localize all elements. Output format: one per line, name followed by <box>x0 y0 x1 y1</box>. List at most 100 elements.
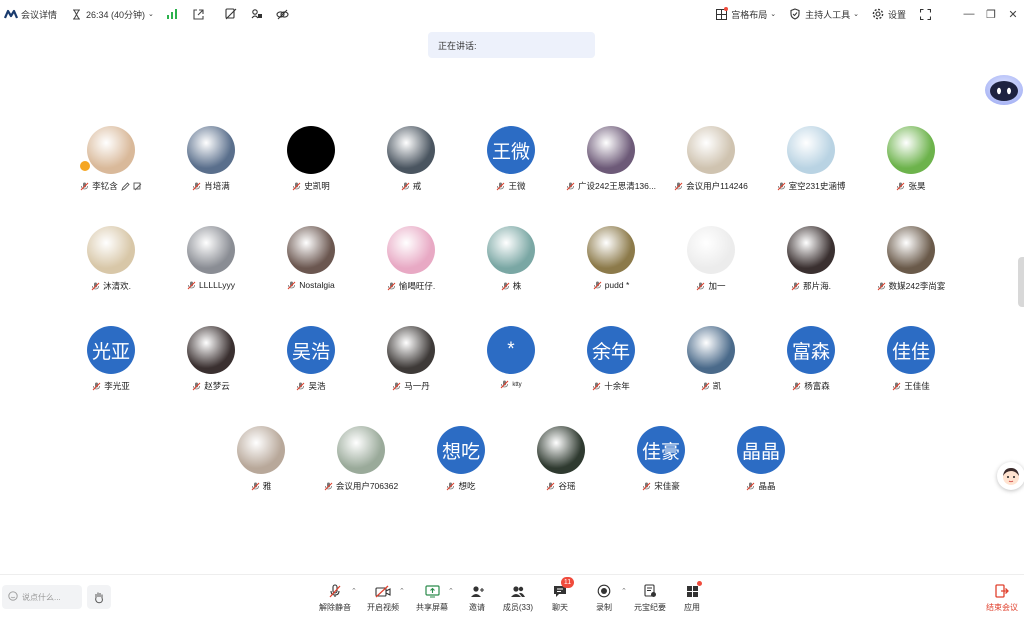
mic-muted-icon <box>80 182 89 191</box>
record-options-caret[interactable]: ⌃ <box>621 587 627 595</box>
participant-name-row: 凯 <box>701 380 722 392</box>
settings-label: 设置 <box>887 9 906 20</box>
bottom-toolbar: 说点什么... 解除静音 ⌃ 开启视频 ⌃ 共享屏幕 ⌃ 邀请 成员(33) 1… <box>0 574 1024 617</box>
participant-name: 王微 <box>508 181 526 191</box>
participant-name: 凯 <box>712 381 722 391</box>
participant-tile[interactable]: 佳豪 宋佳豪 <box>611 418 711 492</box>
participant-tile[interactable]: 晶晶 晶晶 <box>711 418 811 492</box>
participant-tile[interactable]: 王微 王微 <box>461 118 561 192</box>
popout-button[interactable] <box>192 7 206 21</box>
end-meeting-button[interactable]: 结束会议 <box>982 583 1022 613</box>
participant-avatar <box>687 226 735 274</box>
raise-hand-button[interactable] <box>87 585 111 609</box>
participant-avatar <box>587 126 635 174</box>
participant-tile[interactable]: 谷瑶 <box>511 418 611 492</box>
mic-settings-icon <box>224 7 238 21</box>
link-status-button[interactable] <box>276 7 290 21</box>
members-button[interactable]: 成员(33) <box>495 583 541 613</box>
video-options-caret[interactable]: ⌃ <box>399 587 405 595</box>
settings-button[interactable]: 设置 <box>871 7 906 21</box>
participant-name: 晶晶 <box>758 481 776 491</box>
participant-tile[interactable]: 株 <box>461 218 561 292</box>
invite-button[interactable]: 邀请 <box>454 583 500 613</box>
participant-tile[interactable]: 沐清欢. <box>61 218 161 292</box>
participant-tile[interactable]: 戒 <box>361 118 461 192</box>
participant-avatar <box>387 226 435 274</box>
avatar-initials: 王微 <box>491 141 530 163</box>
participant-tile[interactable]: 广设242王思清136... <box>561 118 661 192</box>
participant-tile[interactable]: 那片海. <box>761 218 861 292</box>
participant-tile[interactable]: Nostalgia <box>261 218 361 290</box>
participant-name: 谷瑶 <box>558 481 576 491</box>
participant-tile[interactable]: 肖培满 <box>161 118 261 192</box>
participant-name: 沐清欢. <box>103 281 131 291</box>
mic-muted-icon <box>296 382 305 391</box>
participant-tile[interactable]: 会议用户114246 <box>661 118 761 192</box>
ai-minutes-button[interactable]: 元宝纪要 <box>627 583 673 613</box>
mic-muted-icon <box>696 282 705 291</box>
audio-options-caret[interactable]: ⌃ <box>351 587 357 595</box>
participant-tile[interactable]: 吴浩 吴浩 <box>261 318 361 392</box>
grid-layout-button[interactable]: 宫格布局 ⌄ <box>714 7 776 21</box>
participant-tile[interactable]: 光亚 李光亚 <box>61 318 161 392</box>
participant-tile[interactable]: 愉喝旺仔. <box>361 218 461 292</box>
participant-tile[interactable]: 加一 <box>661 218 761 292</box>
participant-row: 雅会议用户706362 想吃 想吃谷瑶 佳豪 宋佳豪 晶晶 晶晶 <box>0 418 1024 518</box>
participant-tile[interactable]: 李钇含 <box>61 118 161 192</box>
participant-avatar <box>287 226 335 274</box>
participant-avatar: 佳佳 <box>887 326 935 374</box>
mic-muted-icon <box>593 281 602 290</box>
chat-bubble-icon: 11 <box>551 577 574 599</box>
participant-avatar <box>587 226 635 274</box>
avatar-initials: 佳豪 <box>641 441 680 463</box>
participant-tile[interactable]: 佳佳 王佳佳 <box>861 318 961 392</box>
participant-name: ktty <box>512 381 522 388</box>
participant-tile[interactable]: 张昊 <box>861 118 961 192</box>
participant-tile[interactable]: 会议用户706362 <box>311 418 411 492</box>
record-label: 录制 <box>596 603 612 612</box>
participant-tile[interactable]: pudd * <box>561 218 661 290</box>
meeting-details-button[interactable]: 会议详情 <box>4 7 57 21</box>
host-tools-button[interactable]: 主持人工具 ⌄ <box>788 7 859 21</box>
participant-tile[interactable]: 数媒242李尚宴 <box>861 218 961 292</box>
participant-name-row: 吴浩 <box>296 380 326 392</box>
participant-avatar <box>687 126 735 174</box>
apps-button[interactable]: 应用 <box>669 581 715 613</box>
participant-tile[interactable]: LLLLLyyy <box>161 218 261 290</box>
participant-tile[interactable]: * ktty <box>461 318 561 389</box>
participant-tile[interactable]: 史凯明 <box>261 118 361 192</box>
participant-avatar <box>87 226 135 274</box>
fullscreen-button[interactable] <box>918 7 932 21</box>
ai-assistant-button[interactable] <box>983 72 1024 108</box>
participant-avatar <box>487 226 535 274</box>
participant-row: 沐清欢. LLLLLyyy Nostalgia 愉喝旺仔. 株 pudd * 加一 那片海. 数… <box>0 218 1024 318</box>
participant-tile[interactable]: 室空231史涵博 <box>761 118 861 192</box>
network-signal-button[interactable] <box>166 7 180 21</box>
share-options-caret[interactable]: ⌃ <box>448 587 454 595</box>
restore-button[interactable]: ❐ <box>980 0 1002 28</box>
unmute-label: 解除静音 <box>319 603 351 612</box>
chat-button[interactable]: 11 聊天 <box>537 577 583 613</box>
mic-muted-icon <box>674 182 683 191</box>
close-button[interactable]: ✕ <box>1002 0 1024 28</box>
participant-tile[interactable]: 马一丹 <box>361 318 461 392</box>
participant-tile[interactable]: 想吃 想吃 <box>411 418 511 492</box>
minimize-button[interactable]: — <box>958 0 980 28</box>
participant-tile[interactable]: 余年 十余年 <box>561 318 661 392</box>
participant-name: 史凯明 <box>304 181 330 191</box>
participant-name-row: 那片海. <box>791 280 831 292</box>
participant-tile[interactable]: 凯 <box>661 318 761 392</box>
screen-share-small-icon <box>133 182 142 191</box>
mute-all-status-button[interactable] <box>224 7 238 21</box>
quick-chat-input[interactable]: 说点什么... <box>2 585 82 609</box>
chevron-down-icon: ⌄ <box>148 11 154 18</box>
mic-muted-icon <box>546 482 555 491</box>
meeting-timer[interactable]: 26:34 (40分钟) ⌄ <box>69 7 154 21</box>
participant-tile[interactable]: 赵梦云 <box>161 318 261 392</box>
participant-name-row: 王佳佳 <box>892 380 930 392</box>
video-status-button[interactable] <box>250 7 264 21</box>
mic-muted-icon <box>392 382 401 391</box>
mic-muted-icon <box>501 282 510 291</box>
participant-tile[interactable]: 雅 <box>211 418 311 492</box>
participant-tile[interactable]: 富森 杨富森 <box>761 318 861 392</box>
